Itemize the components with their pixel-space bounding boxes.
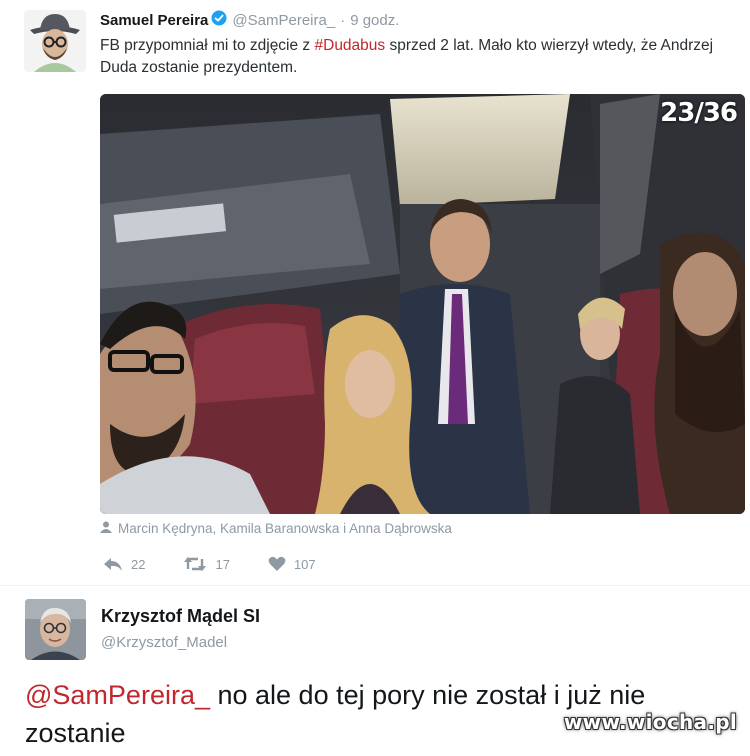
mention-link[interactable]: @SamPereira_ (25, 680, 210, 710)
tweet-actions: 22 17 107 (103, 556, 354, 572)
retweet-button[interactable]: 17 (183, 556, 230, 572)
tagged-people[interactable]: Marcin Kędryna, Kamila Baranowska i Anna… (100, 521, 452, 536)
like-button[interactable]: 107 (268, 556, 316, 572)
hashtag-link[interactable]: #Dudabus (315, 37, 386, 54)
author-handle[interactable]: @SamPereira_ (232, 12, 335, 29)
tweet-text: FB przypomniał mi to zdjęcie z #Dudabus … (100, 35, 740, 79)
tweet-samuel-pereira: Samuel Pereira @SamPereira_ · 9 godz. FB… (0, 0, 750, 585)
retweet-icon (184, 557, 207, 571)
author-name[interactable]: Krzysztof Mądel SI (101, 606, 260, 627)
retweet-count: 17 (215, 556, 230, 572)
tagged-names[interactable]: Marcin Kędryna, Kamila Baranowska i Anna… (118, 521, 452, 536)
tweet-text-start: FB przypomniał mi to zdjęcie z (100, 37, 315, 54)
heart-icon (268, 556, 286, 571)
bus-interior-photo (100, 94, 745, 514)
avatar[interactable] (24, 10, 86, 72)
avatar[interactable] (25, 599, 86, 660)
avatar-photo (25, 599, 86, 660)
tweet-time[interactable]: 9 godz. (350, 12, 399, 29)
tweet-photo[interactable]: 23/36 (100, 94, 745, 514)
site-watermark: www.wiocha.pl (563, 710, 737, 734)
person-icon (100, 521, 112, 536)
author-handle[interactable]: @Krzysztof_Madel (101, 634, 227, 651)
avatar-photo (24, 10, 86, 72)
reply-button[interactable]: 22 (103, 556, 145, 572)
photo-counter: 23/36 (660, 98, 738, 128)
tweet-header: Samuel Pereira @SamPereira_ · 9 godz. (100, 10, 399, 30)
separator-dot: · (340, 11, 346, 29)
verified-badge-icon (211, 10, 227, 30)
like-count: 107 (293, 556, 316, 572)
reply-icon (104, 558, 122, 571)
reply-count: 22 (131, 556, 146, 572)
author-name[interactable]: Samuel Pereira (100, 12, 208, 29)
